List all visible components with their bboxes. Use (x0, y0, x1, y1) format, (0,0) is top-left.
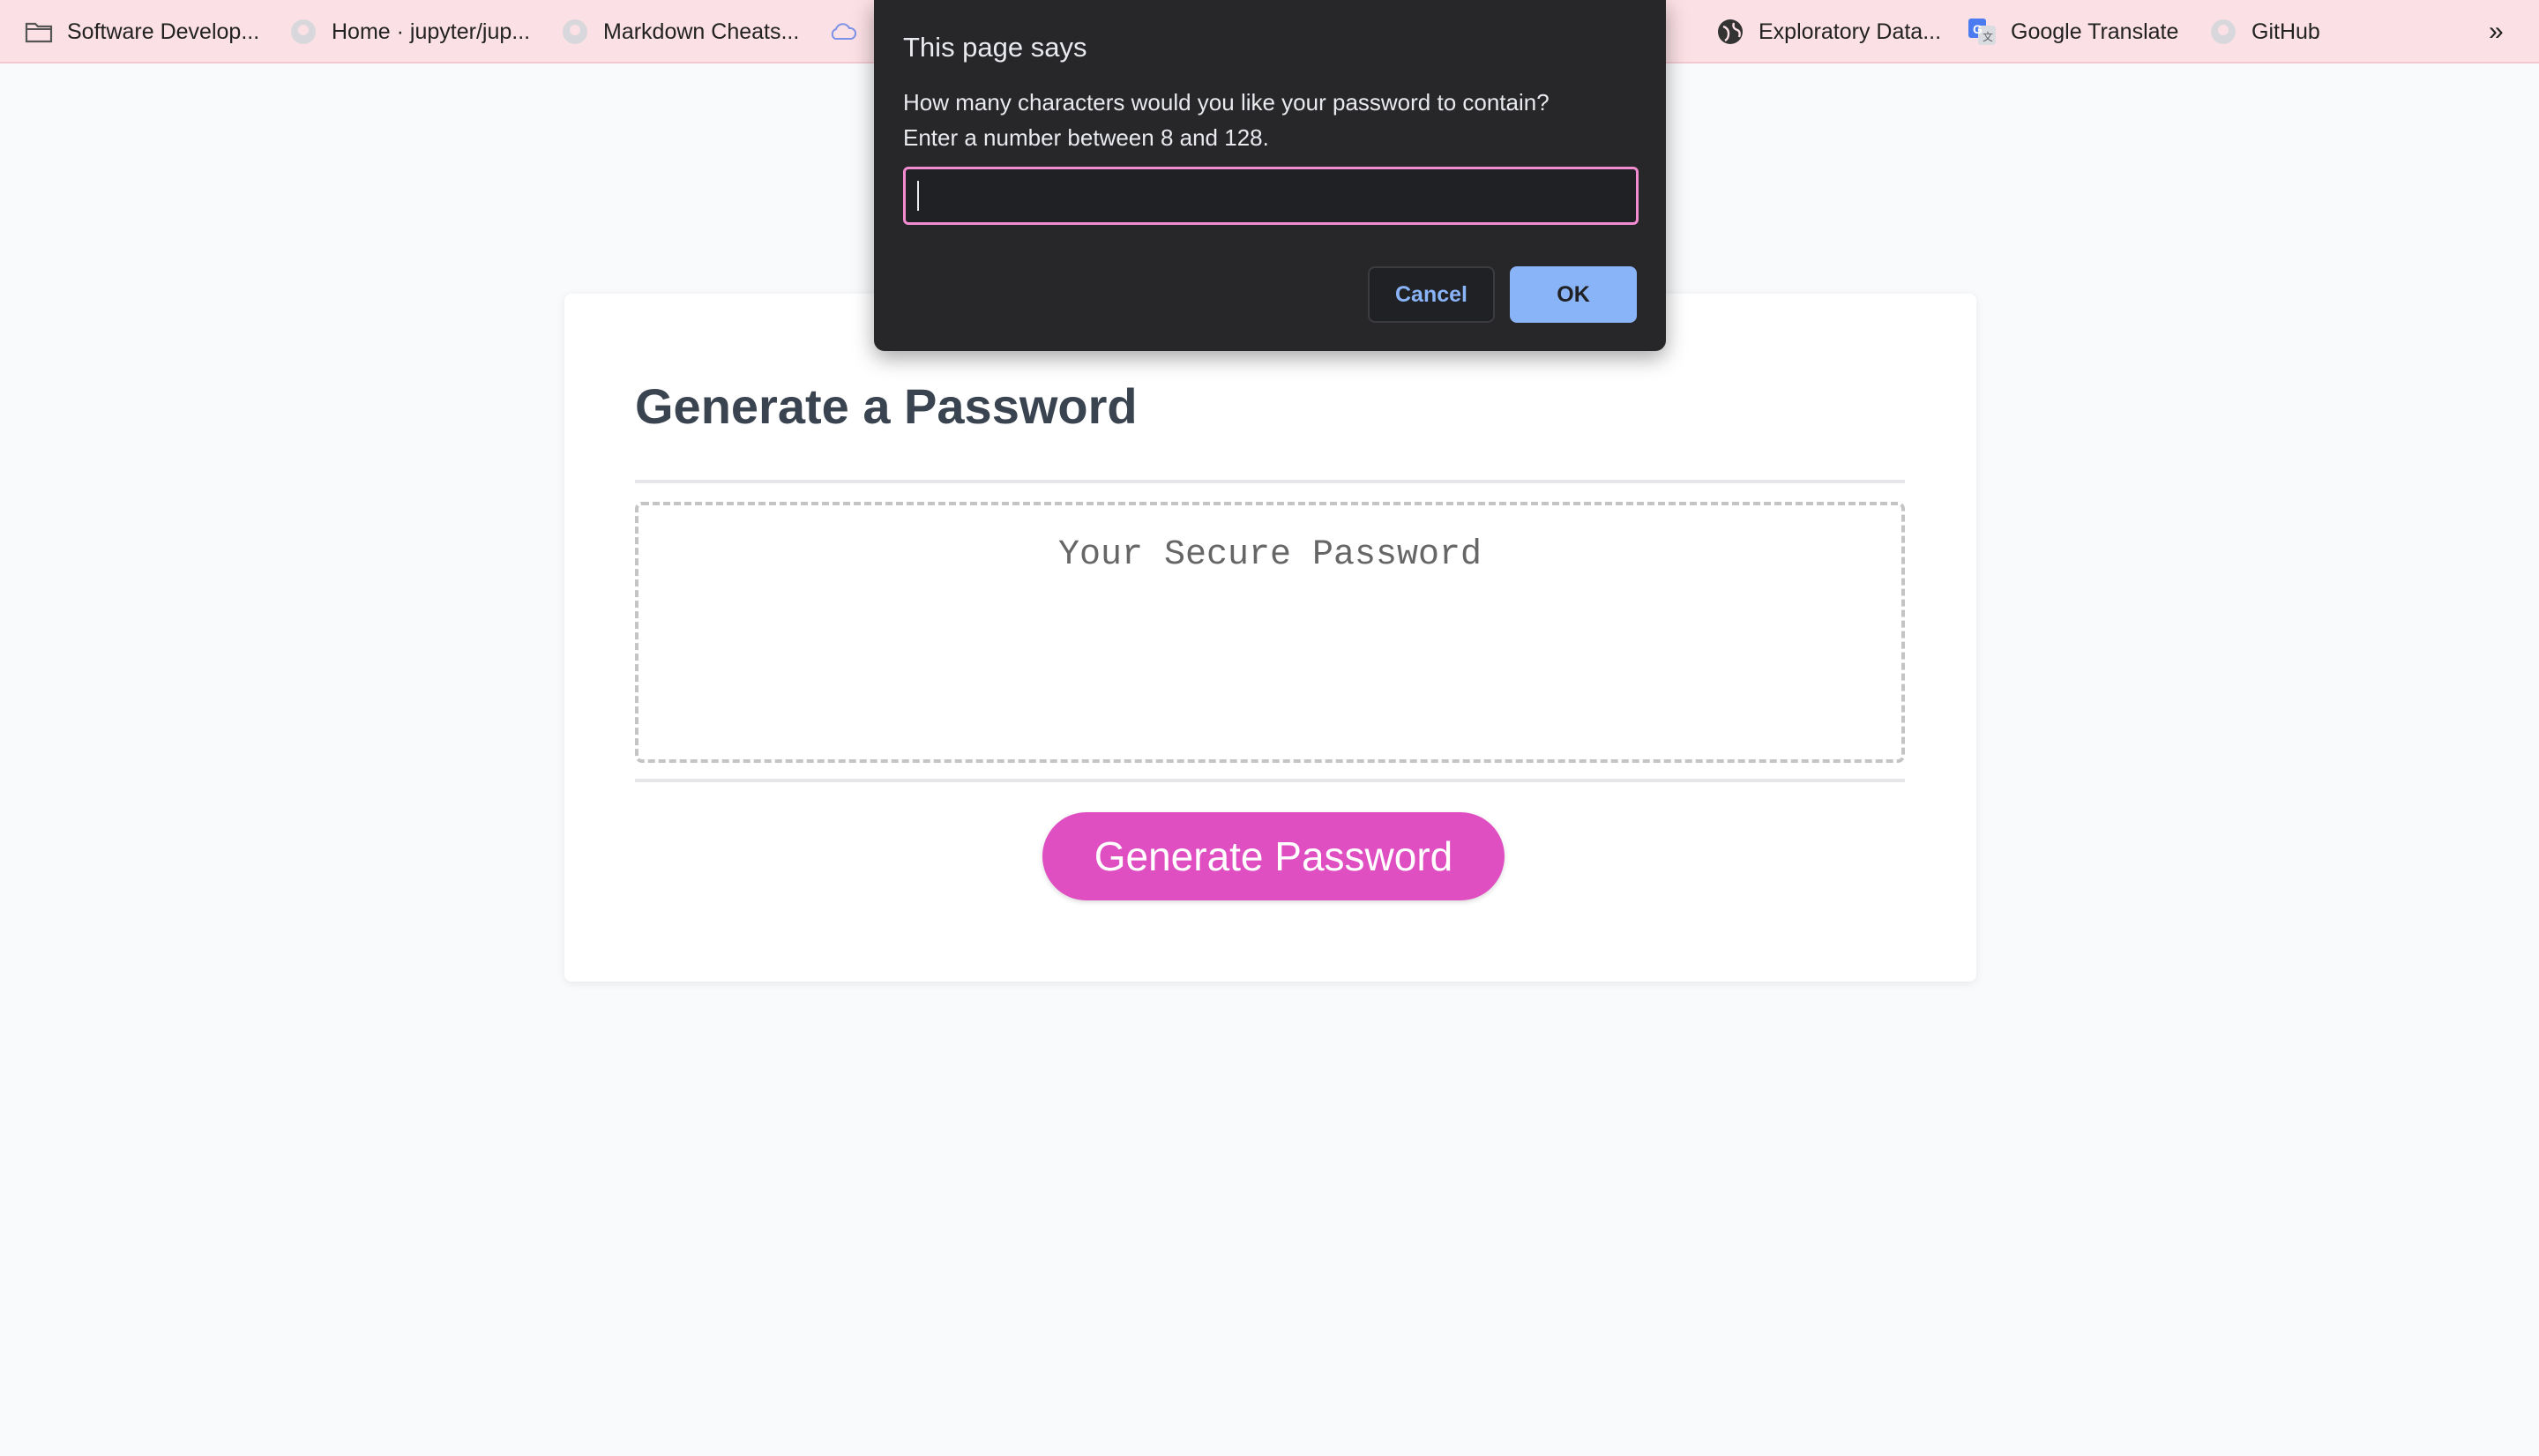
google-translate-icon: G文 (1967, 16, 1998, 48)
bookmark-jupyter-home[interactable]: Home · jupyter/jup... (288, 0, 530, 63)
bookmark-label: Google Translate (2011, 19, 2179, 44)
bookmark-markdown-cheatsheet[interactable]: Markdown Cheats... (559, 0, 799, 63)
bookmark-label: Exploratory Data... (1759, 19, 1942, 44)
bookmark-google-translate[interactable]: G文 Google Translate (1967, 0, 2178, 63)
github-icon (2207, 16, 2239, 48)
svg-text:G: G (1973, 22, 1983, 36)
generate-password-button[interactable]: Generate Password (1042, 812, 1505, 900)
cancel-button[interactable]: Cancel (1368, 266, 1495, 323)
github-icon (559, 16, 591, 48)
dialog-message: How many characters would you like your … (903, 85, 1644, 155)
bookmark-label: Software Develop... (67, 19, 260, 44)
prompt-dialog: This page says How many characters would… (874, 0, 1666, 351)
github-icon (288, 16, 319, 48)
folder-icon (23, 16, 55, 48)
bookmark-github[interactable]: GitHub (2207, 0, 2320, 63)
dialog-title: This page says (903, 32, 1087, 63)
bookmarks-overflow-button[interactable]: » (2489, 0, 2504, 63)
bookmark-label: GitHub (2251, 19, 2320, 44)
password-output[interactable]: Your Secure Password (635, 502, 1905, 763)
password-generator-card: Generate a Password Your Secure Password… (564, 294, 1976, 982)
bookmark-software-develop[interactable]: Software Develop... (23, 0, 259, 63)
svg-text:文: 文 (1983, 30, 1993, 43)
header-divider (635, 480, 1905, 483)
dialog-message-line: Enter a number between 8 and 128. (903, 124, 1269, 151)
bookmark-exploratory-data[interactable]: Exploratory Data... (1714, 0, 1941, 63)
bookmark-label: Home · jupyter/jup... (332, 19, 531, 44)
globe-icon (1714, 16, 1746, 48)
dialog-message-line: How many characters would you like your … (903, 89, 1550, 116)
bookmark-cloud[interactable] (827, 0, 871, 63)
bookmark-label: Markdown Cheats... (603, 19, 800, 44)
page-title: Generate a Password (635, 378, 1138, 434)
ok-button[interactable]: OK (1510, 266, 1637, 323)
cloud-icon (827, 16, 859, 48)
password-placeholder: Your Secure Password (1057, 535, 1482, 575)
text-caret (917, 181, 919, 211)
dialog-prompt-input[interactable] (903, 167, 1639, 225)
footer-divider (635, 779, 1905, 782)
